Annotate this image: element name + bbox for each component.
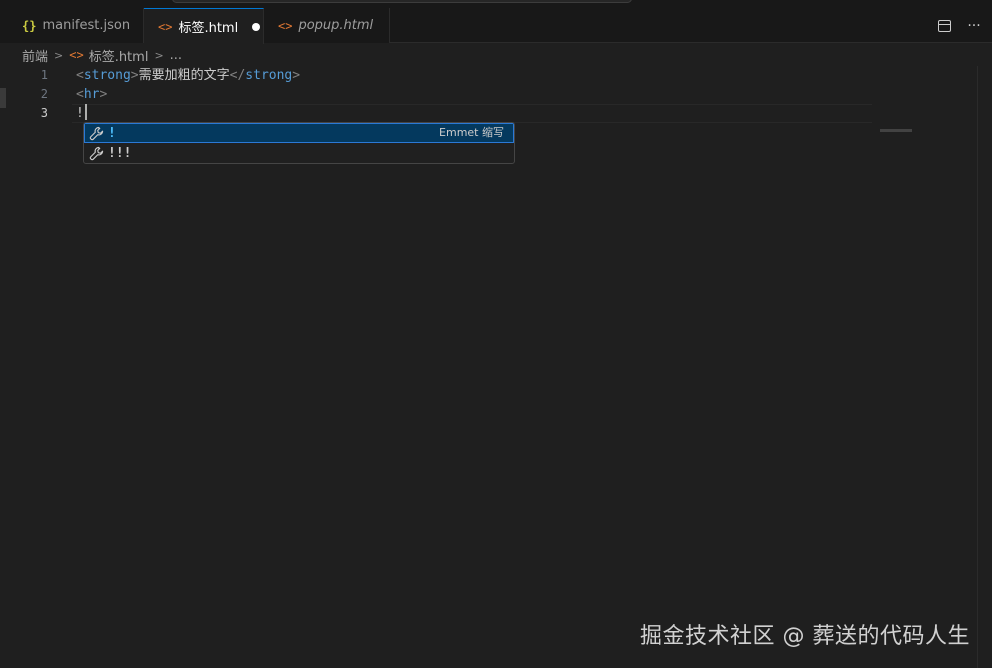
vscode-window: {} manifest.json <> 标签.html <> popup.htm… [0,0,992,668]
html-angle-icon: <> [158,19,173,34]
activity-indicator [0,88,6,108]
wrench-icon [88,125,104,141]
breadcrumb-file[interactable]: 标签.html [89,46,149,65]
suggestion-item[interactable]: !!! [84,143,514,163]
line-number-current: 3 [40,106,48,120]
tag-bracket: > [130,68,139,83]
split-editor-button[interactable] [932,14,956,38]
vertical-scrollbar[interactable] [977,66,978,668]
tag-bracket: </ [229,68,246,83]
code-line-1[interactable]: <strong>需要加粗的文字</strong> [76,66,300,85]
tag-bracket: < [76,68,84,83]
tab-label: 标签.html [178,21,239,36]
code-line-3[interactable]: ! [76,104,300,123]
title-bar [0,0,992,8]
tag-bracket: < [76,87,84,102]
suggestion-label: ! [108,125,116,141]
more-actions-button[interactable]: ··· [962,14,986,38]
editor-actions: ··· [932,8,992,43]
suggestion-item-selected[interactable]: ! Emmet 缩写 [84,123,514,143]
unsaved-dot-icon[interactable] [252,22,261,31]
tag-name: hr [83,87,100,102]
tab-label: popup.html [298,18,374,33]
chevron-right-icon: > [154,48,164,62]
wrench-icon [88,145,104,161]
editor-tab-bar: {} manifest.json <> 标签.html <> popup.htm… [0,8,992,44]
tag-name: strong [245,68,293,83]
text-content: 需要加粗的文字 [138,68,230,83]
tag-name: strong [83,68,131,83]
tab-biaoqian-html[interactable]: <> 标签.html [144,8,264,44]
command-center[interactable] [172,0,632,3]
tab-label: manifest.json [42,18,131,33]
split-editor-icon [937,19,951,32]
line-number-gutter: 1 2 3 [0,66,50,123]
suggestion-detail: Emmet 缩写 [439,126,504,139]
breadcrumb-folder[interactable]: 前端 [22,46,48,65]
suggestion-label: !!! [108,145,132,161]
breadcrumb-symbols[interactable]: ... [170,48,182,63]
chevron-right-icon: > [54,48,64,62]
html-angle-icon: <> [278,18,293,33]
tab-manifest-json[interactable]: {} manifest.json [0,8,144,43]
watermark-text: 掘金技术社区 @ 葬送的代码人生 [640,624,970,649]
line-number: 2 [40,87,48,101]
tag-bracket: > [292,68,301,83]
line-number: 1 [40,68,48,82]
code-line-2[interactable]: <hr> [76,85,300,104]
text-content: ! [76,106,84,121]
text-cursor [84,104,87,120]
minimap[interactable] [880,129,912,132]
suggest-widget[interactable]: ! Emmet 缩写 !!! [83,122,515,164]
code-content[interactable]: <strong>需要加粗的文字</strong> <hr> ! [76,66,300,123]
tag-bracket: > [99,87,108,102]
tab-popup-html[interactable]: <> popup.html [264,8,390,43]
json-braces-icon: {} [22,18,37,33]
ellipsis-icon: ··· [967,17,981,34]
breadcrumb: 前端 > <> 标签.html > ... [22,44,182,66]
html-angle-icon: <> [69,48,84,62]
